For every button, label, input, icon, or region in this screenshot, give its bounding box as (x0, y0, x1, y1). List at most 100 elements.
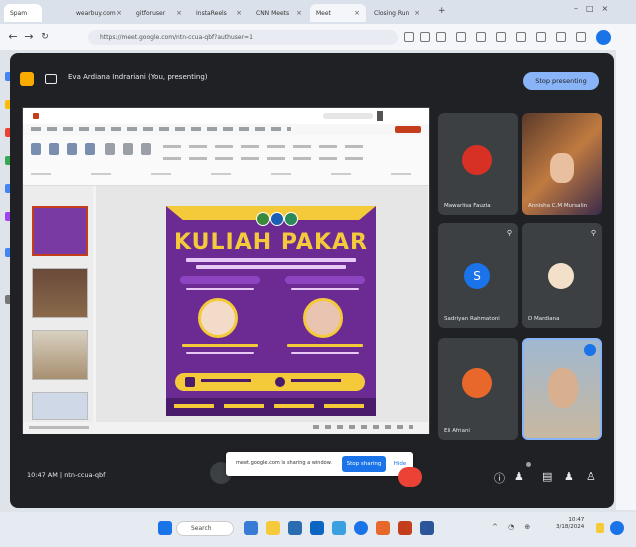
url-field[interactable]: https://meet.google.com/ntn-ccua-qbf?aut… (88, 30, 398, 45)
close-icon[interactable]: × (176, 9, 182, 17)
participant-tile[interactable]: Annisha C.M Mursalin (522, 113, 602, 215)
browser-tab[interactable]: gitforuser × (130, 4, 188, 22)
slide-subtitle (186, 258, 356, 262)
footer-text (174, 404, 368, 408)
people-count-badge (526, 462, 531, 467)
participant-tile[interactable]: ⚲ D Mardiana (522, 223, 602, 328)
speaker-name (287, 344, 363, 347)
new-tab-icon[interactable]: + (438, 6, 446, 16)
calendar-icon (185, 377, 195, 387)
browser-tab-active[interactable]: Meet × (310, 4, 366, 22)
view-controls (313, 425, 413, 429)
forward-icon[interactable]: → (22, 30, 36, 43)
self-view-tile[interactable] (522, 338, 602, 440)
menu-icon[interactable] (576, 32, 586, 42)
reload-icon[interactable]: ↻ (38, 32, 52, 42)
system-tray-icons[interactable]: ^ ◔ ⊕ (492, 523, 534, 531)
chrome-icon[interactable] (354, 521, 368, 535)
speaker-label (180, 276, 260, 284)
browser-tab[interactable]: Spam (4, 4, 42, 22)
taskbar-app-icon[interactable] (420, 521, 434, 535)
speaker-affiliation (186, 352, 254, 354)
self-view-menu-icon[interactable] (584, 344, 596, 356)
participant-name: Annisha C.M Mursalin (528, 203, 588, 209)
host-controls-icon[interactable]: ♙ (586, 470, 596, 483)
ppt-avatar (377, 111, 383, 121)
window-controls[interactable]: –□× (574, 4, 616, 13)
participant-avatar (462, 368, 492, 398)
ppt-search-box (323, 113, 373, 119)
event-time (291, 379, 341, 382)
profile-avatar[interactable] (596, 30, 611, 45)
slide-title: KULIAH PAKAR (174, 230, 368, 255)
taskbar-clock[interactable]: 10:47 3/18/2024 (556, 517, 584, 531)
close-icon[interactable]: × (354, 9, 360, 17)
stop-sharing-button[interactable]: Stop sharing (342, 456, 386, 472)
browser-tab[interactable]: CNN Meets × (250, 4, 308, 22)
taskbar-app-icon[interactable] (310, 521, 324, 535)
taskbar-app-icon[interactable] (288, 521, 302, 535)
notification-icon[interactable] (596, 523, 604, 533)
info-icon[interactable]: ⓘ (494, 470, 505, 486)
presenting-status: Eva Ardiana Indrariani (You, presenting) (68, 73, 208, 81)
end-call-button[interactable] (398, 467, 422, 487)
close-icon[interactable]: × (116, 9, 122, 17)
powerpoint-icon (33, 113, 39, 119)
extension-icon[interactable] (516, 32, 526, 42)
participant-avatar (462, 145, 492, 175)
ppt-status-bar (23, 422, 429, 434)
tab-label: wearbuy.com (76, 9, 116, 17)
extension-icon[interactable] (456, 32, 466, 42)
slide-subtitle (196, 265, 346, 269)
stop-presenting-button[interactable]: Stop presenting (523, 72, 599, 90)
participant-video (550, 153, 574, 183)
ppt-ribbon-tabs (23, 124, 429, 135)
close-icon[interactable]: × (296, 9, 302, 17)
participant-tile[interactable]: Mawarlisa Fauzia (438, 113, 518, 215)
browser-side-panel (616, 50, 636, 510)
extension-icon[interactable] (556, 32, 566, 42)
taskbar-app-icon[interactable] (332, 521, 346, 535)
taskbar-app-icon[interactable] (244, 521, 258, 535)
ribbon-icon (141, 143, 151, 155)
participant-tile[interactable]: ⚲ S Sadriyan Rahmatoni (438, 223, 518, 328)
tab-label: CNN Meets (256, 9, 290, 17)
taskbar-search[interactable]: Search (176, 521, 234, 536)
clock-icon (275, 377, 285, 387)
ppt-share-button (395, 126, 421, 133)
tab-label: Spam (10, 9, 28, 17)
extension-icon[interactable] (436, 32, 446, 42)
ppt-tab-labels (31, 127, 291, 131)
file-explorer-icon[interactable] (266, 521, 280, 535)
participant-name: Eli Afriani (444, 428, 470, 434)
back-icon[interactable]: ← (6, 30, 20, 43)
tab-label: gitforuser (136, 9, 166, 17)
people-icon[interactable]: ♟ (514, 470, 524, 483)
extension-icon[interactable] (476, 32, 486, 42)
powerpoint-taskbar-icon[interactable] (398, 521, 412, 535)
activities-icon[interactable]: ♟ (564, 470, 574, 483)
meeting-code: ntn-ccua-qbf (64, 471, 106, 479)
participant-tile[interactable]: Eli Afriani (438, 338, 518, 440)
browser-tab[interactable]: InstaReels × (190, 4, 248, 22)
meet-logo-icon (20, 72, 34, 86)
extension-icon[interactable] (536, 32, 546, 42)
extension-icon[interactable] (420, 32, 430, 42)
browser-tab[interactable]: wearbuy.com × (70, 4, 128, 22)
extension-icon[interactable] (404, 32, 414, 42)
chat-icon[interactable]: ▤ (542, 470, 552, 483)
copilot-icon[interactable] (610, 521, 624, 535)
browser-tab[interactable]: Closing Run × (368, 4, 426, 22)
ribbon-labels (163, 145, 363, 148)
extension-icon[interactable] (496, 32, 506, 42)
taskbar-app-icon[interactable] (376, 521, 390, 535)
tab-label: InstaReels (196, 9, 227, 17)
meeting-time: 10:47 AM (27, 471, 58, 479)
ribbon-icon (105, 143, 115, 155)
close-icon[interactable]: × (236, 9, 242, 17)
close-icon[interactable]: × (414, 9, 420, 17)
clock-date: 3/18/2024 (556, 524, 585, 530)
meeting-time-code: 10:47 AM | ntn-ccua-qbf (27, 471, 106, 479)
start-icon[interactable] (158, 521, 172, 535)
slide-thumbnail (32, 330, 88, 380)
